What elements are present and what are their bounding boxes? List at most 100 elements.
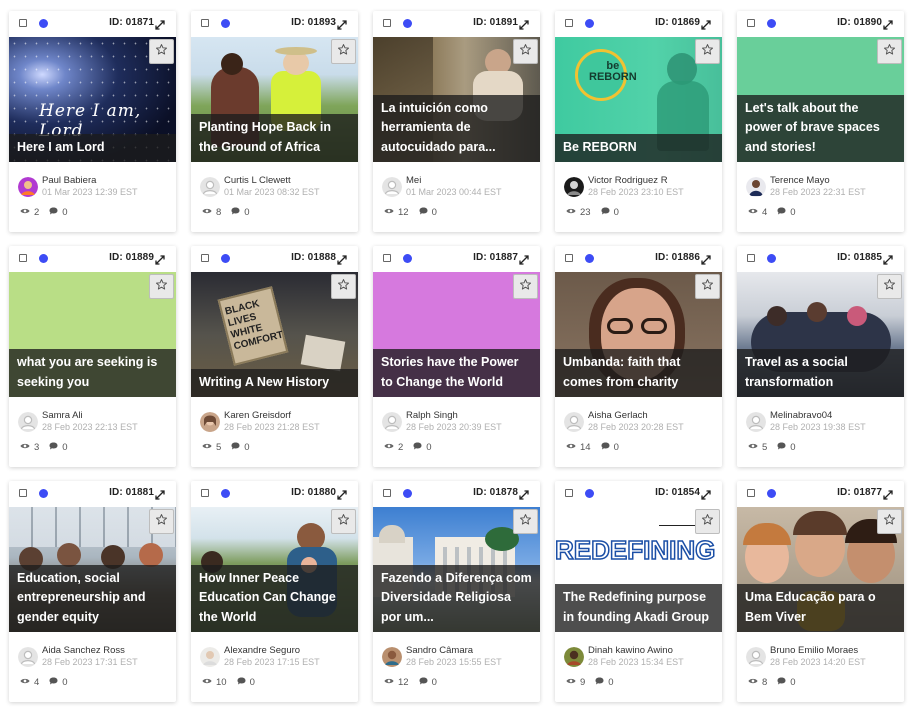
favorite-star-button[interactable] (513, 39, 538, 64)
story-card[interactable]: ID: 01869 be REBORN Be REBORN Victor Rodr… (555, 11, 722, 232)
favorite-star-button[interactable] (695, 274, 720, 299)
card-title[interactable]: Education, social entrepreneurship and g… (17, 569, 168, 628)
avatar[interactable] (200, 647, 220, 667)
avatar[interactable] (746, 647, 766, 667)
story-card[interactable]: ID: 01880 How Inner Peace Education Can … (191, 481, 358, 702)
avatar[interactable] (200, 412, 220, 432)
favorite-star-button[interactable] (513, 509, 538, 534)
story-card[interactable]: ID: 01871 Here I am, Lord Here I am Lord… (9, 11, 176, 232)
expand-icon[interactable] (883, 17, 893, 30)
card-title[interactable]: Umbanda: faith that comes from charity (563, 353, 714, 392)
favorite-star-button[interactable] (149, 274, 174, 299)
card-image[interactable]: what you are seeking is seeking you (9, 272, 176, 397)
expand-icon[interactable] (701, 17, 711, 30)
story-card[interactable]: ID: 01886 Umbanda: faith that comes from… (555, 246, 722, 467)
select-checkbox[interactable] (565, 489, 573, 497)
avatar[interactable] (382, 177, 402, 197)
expand-icon[interactable] (155, 487, 165, 500)
select-checkbox[interactable] (747, 19, 755, 27)
select-checkbox[interactable] (383, 254, 391, 262)
favorite-star-button[interactable] (331, 509, 356, 534)
select-checkbox[interactable] (19, 19, 27, 27)
expand-icon[interactable] (519, 17, 529, 30)
expand-icon[interactable] (701, 252, 711, 265)
card-title[interactable]: Be REBORN (563, 138, 714, 158)
avatar[interactable] (746, 177, 766, 197)
select-checkbox[interactable] (19, 489, 27, 497)
select-checkbox[interactable] (201, 254, 209, 262)
favorite-star-button[interactable] (695, 39, 720, 64)
favorite-star-button[interactable] (331, 274, 356, 299)
select-checkbox[interactable] (747, 489, 755, 497)
card-image[interactable]: Travel as a social transformation (737, 272, 904, 397)
story-card[interactable]: ID: 01854 REDEFINING The Redefining purp… (555, 481, 722, 702)
avatar[interactable] (200, 177, 220, 197)
author-name[interactable]: Paul Babiera (42, 175, 96, 186)
favorite-star-button[interactable] (877, 509, 902, 534)
author-name[interactable]: Aida Sanchez Ross (42, 645, 125, 656)
expand-icon[interactable] (701, 487, 711, 500)
author-name[interactable]: Alexandre Seguro (224, 645, 300, 656)
select-checkbox[interactable] (747, 254, 755, 262)
card-image[interactable]: Fazendo a Diferença com Diversidade Reli… (373, 507, 540, 632)
avatar[interactable] (382, 412, 402, 432)
card-image[interactable]: Let's talk about the power of brave spac… (737, 37, 904, 162)
favorite-star-button[interactable] (149, 39, 174, 64)
story-card[interactable]: ID: 01887 Stories have the Power to Chan… (373, 246, 540, 467)
author-name[interactable]: Bruno Emilio Moraes (770, 645, 858, 656)
favorite-star-button[interactable] (877, 39, 902, 64)
card-image[interactable]: How Inner Peace Education Can Change the… (191, 507, 358, 632)
card-title[interactable]: Here I am Lord (17, 138, 168, 158)
card-title[interactable]: Travel as a social transformation (745, 353, 896, 392)
author-name[interactable]: Mei (406, 175, 421, 186)
expand-icon[interactable] (337, 487, 347, 500)
expand-icon[interactable] (155, 252, 165, 265)
story-card[interactable]: ID: 01877 Uma Educação para o Bem Viver … (737, 481, 904, 702)
story-card[interactable]: ID: 01889 what you are seeking is seekin… (9, 246, 176, 467)
card-title[interactable]: Fazendo a Diferença com Diversidade Reli… (381, 569, 532, 628)
author-name[interactable]: Karen Greisdorf (224, 410, 291, 421)
story-card[interactable]: ID: 01890 Let's talk about the power of … (737, 11, 904, 232)
expand-icon[interactable] (155, 17, 165, 30)
author-name[interactable]: Terence Mayo (770, 175, 830, 186)
favorite-star-button[interactable] (513, 274, 538, 299)
author-name[interactable]: Melinabravo04 (770, 410, 832, 421)
card-image[interactable]: BLACK LIVES WHITE COMFORT Writing A New His… (191, 272, 358, 397)
card-image[interactable]: Education, social entrepreneurship and g… (9, 507, 176, 632)
select-checkbox[interactable] (19, 254, 27, 262)
card-title[interactable]: what you are seeking is seeking you (17, 353, 168, 392)
story-card[interactable]: ID: 01881 Education, social entrepreneur… (9, 481, 176, 702)
card-title[interactable]: Writing A New History (199, 373, 350, 393)
expand-icon[interactable] (519, 252, 529, 265)
author-name[interactable]: Victor Rodriguez R (588, 175, 668, 186)
expand-icon[interactable] (883, 487, 893, 500)
card-title[interactable]: La intuición como herramienta de autocui… (381, 99, 532, 158)
card-image[interactable]: Stories have the Power to Change the Wor… (373, 272, 540, 397)
favorite-star-button[interactable] (331, 39, 356, 64)
select-checkbox[interactable] (383, 19, 391, 27)
card-image[interactable]: Planting Hope Back in the Ground of Afri… (191, 37, 358, 162)
card-image[interactable]: Umbanda: faith that comes from charity (555, 272, 722, 397)
card-image[interactable]: Uma Educação para o Bem Viver (737, 507, 904, 632)
card-image[interactable]: Here I am, Lord Here I am Lord (9, 37, 176, 162)
author-name[interactable]: Aisha Gerlach (588, 410, 648, 421)
avatar[interactable] (564, 412, 584, 432)
select-checkbox[interactable] (565, 19, 573, 27)
story-card[interactable]: ID: 01891 La intuición como herramienta … (373, 11, 540, 232)
card-title[interactable]: The Redefining purpose in founding Akadi… (563, 588, 714, 627)
select-checkbox[interactable] (383, 489, 391, 497)
expand-icon[interactable] (519, 487, 529, 500)
avatar[interactable] (382, 647, 402, 667)
favorite-star-button[interactable] (149, 509, 174, 534)
story-card[interactable]: ID: 01888 BLACK LIVES WHITE COMFORT Writing… (191, 246, 358, 467)
expand-icon[interactable] (337, 17, 347, 30)
card-title[interactable]: Let's talk about the power of brave spac… (745, 99, 896, 158)
select-checkbox[interactable] (201, 489, 209, 497)
expand-icon[interactable] (337, 252, 347, 265)
story-card[interactable]: ID: 01885 Travel as a social transformat… (737, 246, 904, 467)
avatar[interactable] (18, 647, 38, 667)
avatar[interactable] (746, 412, 766, 432)
card-image[interactable]: be REBORN Be REBORN (555, 37, 722, 162)
card-title[interactable]: Uma Educação para o Bem Viver (745, 588, 896, 627)
card-image[interactable]: La intuición como herramienta de autocui… (373, 37, 540, 162)
